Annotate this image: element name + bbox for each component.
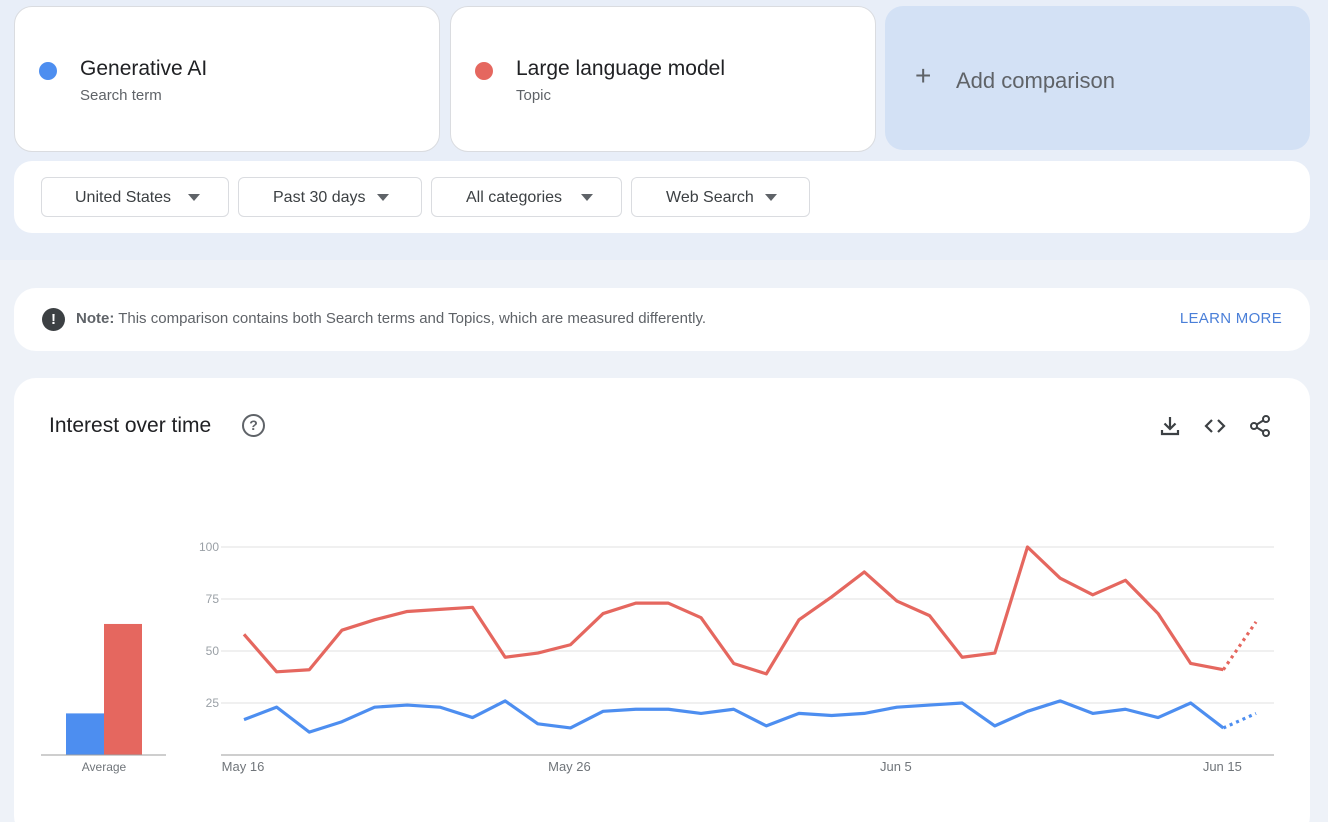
average-label: Average — [82, 760, 127, 774]
y-tick-label: 25 — [206, 696, 220, 710]
x-tick-label: May 16 — [222, 759, 265, 774]
series-partial-line-0 — [1222, 711, 1257, 730]
y-tick-label: 50 — [206, 644, 220, 658]
average-bar — [66, 713, 104, 755]
x-tick-label: Jun 15 — [1203, 759, 1242, 774]
series-partial-line-1 — [1222, 620, 1258, 671]
series-line-0 — [243, 699, 1225, 734]
y-tick-label: 100 — [199, 540, 219, 554]
y-tick-label: 75 — [206, 592, 220, 606]
interest-chart: 100 75 50 25 May 16 May 26 Jun 5 Jun 15 Average — [41, 540, 1274, 774]
series-line-1 — [242, 545, 1224, 676]
x-tick-label: Jun 5 — [880, 759, 912, 774]
x-tick-label: May 26 — [548, 759, 591, 774]
average-bar — [104, 623, 142, 755]
